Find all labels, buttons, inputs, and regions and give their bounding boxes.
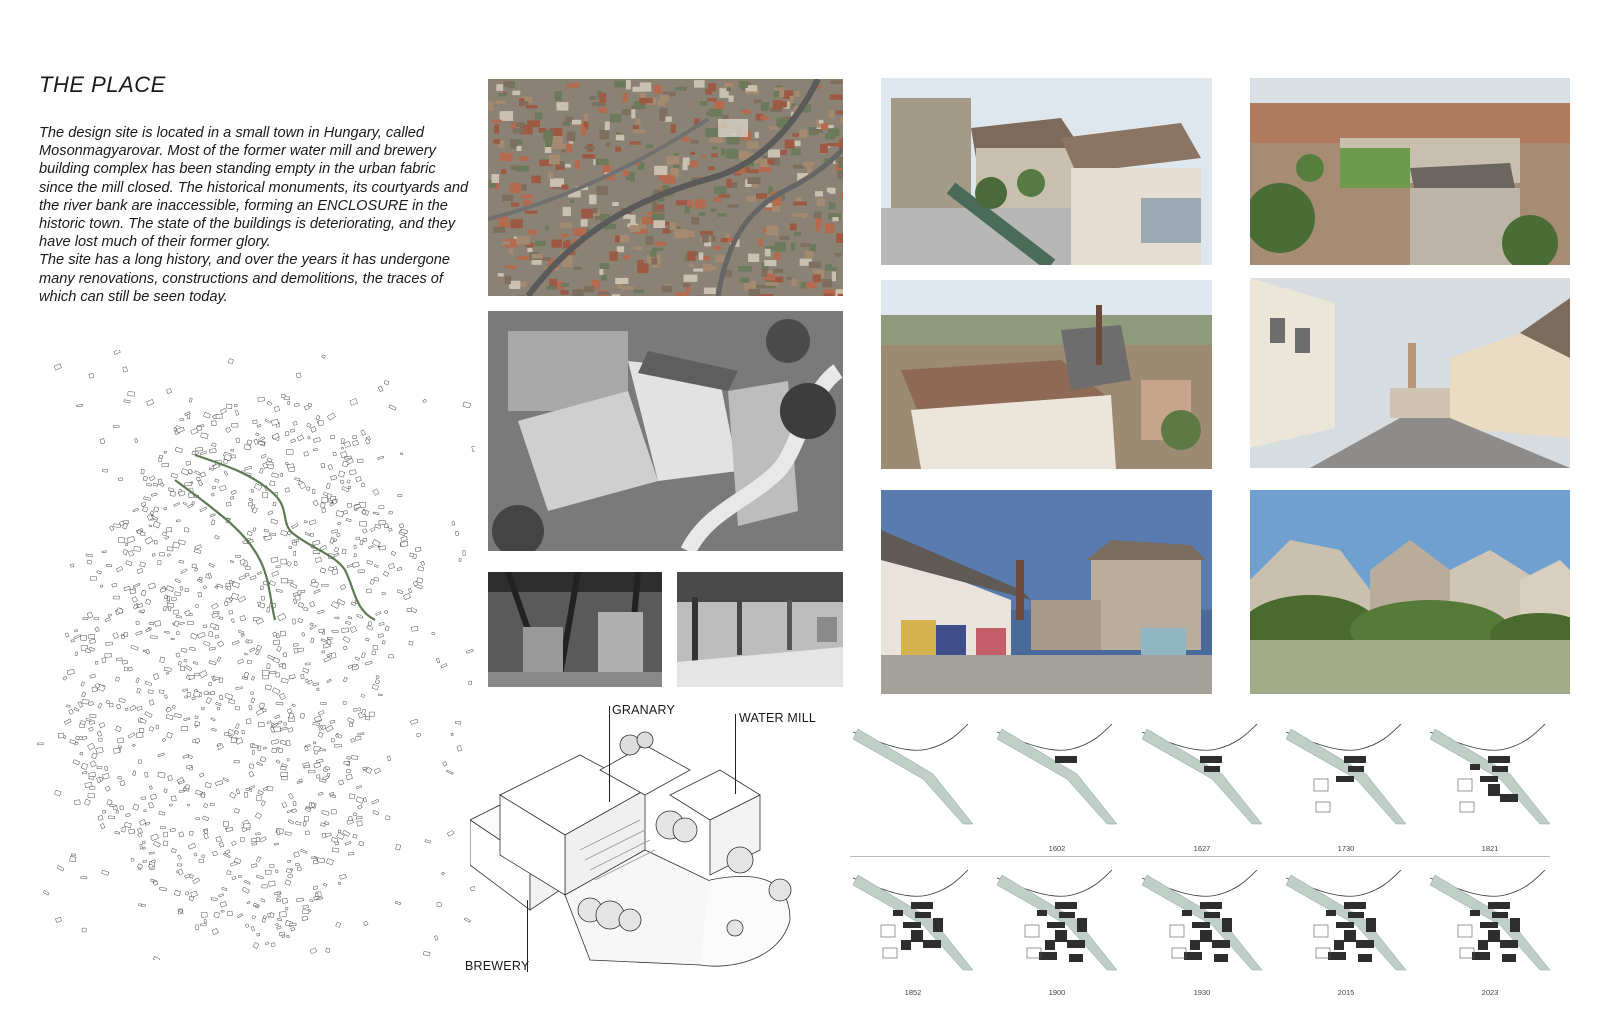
site-plan-1852 (852, 869, 974, 975)
aerial-photo-historic-bw (488, 311, 843, 551)
site-plan-1900 (996, 869, 1118, 975)
axonometric-drawing (469, 700, 830, 990)
brewery-leader-line (527, 900, 528, 972)
site-plan-2015 (1285, 869, 1407, 975)
street-view-photo (1250, 278, 1570, 468)
site-plan-1730 (1285, 723, 1407, 829)
water-mill-leader-line (735, 714, 736, 794)
town-buildings (37, 348, 480, 962)
description-paragraph-2: The site has a long history, and over th… (39, 252, 451, 305)
page-title: THE PLACE (39, 72, 166, 97)
year-label-1852: 1852 (904, 988, 922, 997)
water-mill-label: WATER MILL (739, 711, 817, 725)
site-plan-1930 (1141, 869, 1263, 975)
mill-machinery-photo (488, 572, 662, 687)
site-plan-2023 (1429, 869, 1551, 975)
year-label-1730: 1730 (1337, 844, 1355, 853)
town-map-drawing (37, 348, 480, 962)
description-paragraph-1: The design site is located in a small to… (39, 125, 469, 251)
site-plan-1627 (1141, 723, 1263, 829)
site-plan-1602 (996, 723, 1118, 829)
town-map (35, 348, 480, 962)
mill-overgrown-photo (1250, 490, 1570, 694)
year-label-1821: 1821 (1481, 844, 1499, 853)
description-text: The design site is located in a small to… (39, 124, 471, 306)
site-plan-base (852, 723, 974, 829)
year-label-1602: 1602 (1048, 844, 1066, 853)
brewery-yard-photo (881, 490, 1212, 694)
year-label-2023: 2023 (1481, 988, 1499, 997)
year-label-1930: 1930 (1193, 988, 1211, 997)
year-label-1900: 1900 (1048, 988, 1066, 997)
timeline-divider (850, 856, 1550, 857)
river-branch-line (174, 479, 277, 621)
year-label-2015: 2015 (1337, 988, 1355, 997)
brewery-label: BREWERY (465, 959, 530, 973)
aerial-photo-color (488, 79, 843, 296)
brewery-courtyard-aerial-photo (881, 78, 1212, 265)
town-panorama-photo (881, 280, 1212, 469)
granary-label: GRANARY (612, 703, 675, 717)
granary-leader-line (609, 706, 610, 802)
site-plan-1821 (1429, 723, 1551, 829)
mill-interior-photo (677, 572, 843, 687)
mill-aerial-photo (1250, 78, 1570, 265)
year-label-1627: 1627 (1193, 844, 1211, 853)
